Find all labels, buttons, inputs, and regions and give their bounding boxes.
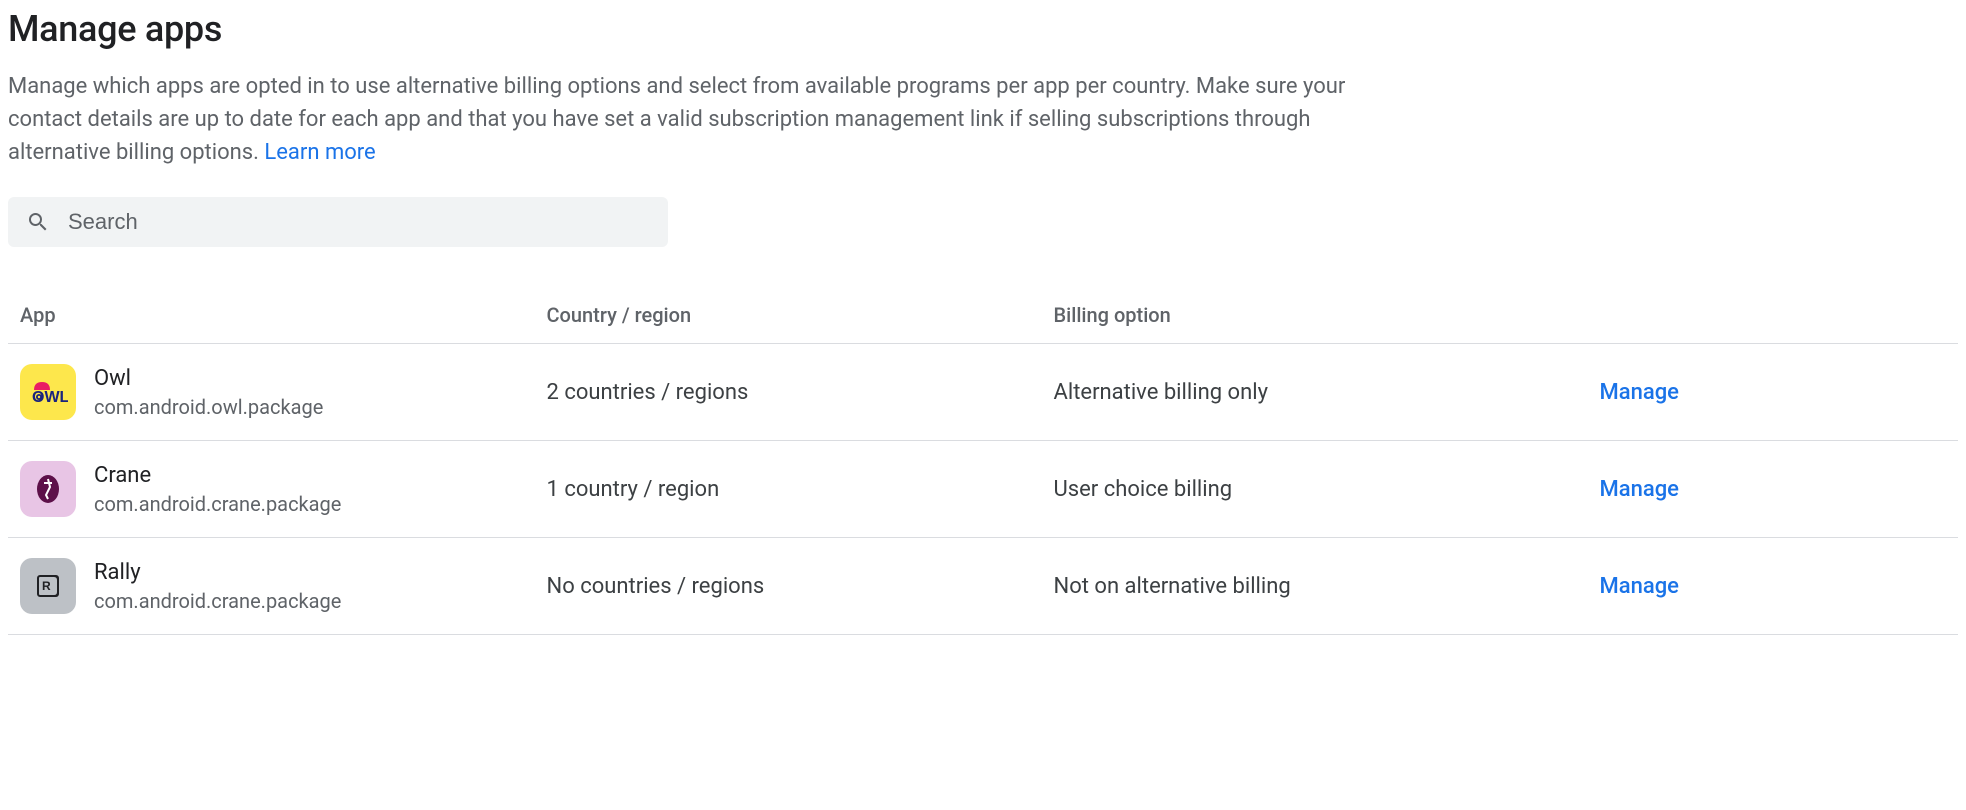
app-icon-rally: R [20, 558, 76, 614]
app-package: com.android.crane.package [94, 589, 341, 613]
table-row: R Rally com.android.crane.package No cou… [8, 538, 1958, 635]
app-name: Rally [94, 560, 341, 585]
table-row: OWL Owl com.android.owl.package 2 countr… [8, 344, 1958, 441]
table-row: Crane com.android.crane.package 1 countr… [8, 441, 1958, 538]
learn-more-link[interactable]: Learn more [264, 140, 375, 165]
search-box[interactable] [8, 197, 668, 247]
country-cell: 2 countries / regions [535, 344, 1042, 441]
header-app: App [8, 287, 535, 344]
billing-cell: Not on alternative billing [1042, 538, 1588, 635]
billing-cell: User choice billing [1042, 441, 1588, 538]
table-header-row: App Country / region Billing option [8, 287, 1958, 344]
app-package: com.android.crane.package [94, 492, 341, 516]
svg-text:R: R [42, 579, 51, 593]
page-description: Manage which apps are opted in to use al… [8, 70, 1408, 169]
search-icon [26, 210, 50, 234]
description-text: Manage which apps are opted in to use al… [8, 74, 1345, 165]
manage-button[interactable]: Manage [1600, 477, 1679, 502]
app-icon-owl: OWL [20, 364, 76, 420]
apps-table: App Country / region Billing option OWL [8, 287, 1958, 635]
manage-button[interactable]: Manage [1600, 574, 1679, 599]
manage-button[interactable]: Manage [1600, 380, 1679, 405]
app-package: com.android.owl.package [94, 395, 323, 419]
country-cell: 1 country / region [535, 441, 1042, 538]
billing-cell: Alternative billing only [1042, 344, 1588, 441]
country-cell: No countries / regions [535, 538, 1042, 635]
app-name: Crane [94, 463, 341, 488]
search-input[interactable] [68, 209, 650, 235]
header-country: Country / region [535, 287, 1042, 344]
app-info: Owl com.android.owl.package [94, 366, 323, 419]
app-cell: Crane com.android.crane.package [20, 461, 523, 517]
app-name: Owl [94, 366, 323, 391]
app-cell: OWL Owl com.android.owl.package [20, 364, 523, 420]
app-info: Rally com.android.crane.package [94, 560, 341, 613]
app-icon-crane [20, 461, 76, 517]
header-billing: Billing option [1042, 287, 1588, 344]
page-title: Manage apps [8, 8, 1958, 50]
app-cell: R Rally com.android.crane.package [20, 558, 523, 614]
header-action [1588, 287, 1959, 344]
app-info: Crane com.android.crane.package [94, 463, 341, 516]
